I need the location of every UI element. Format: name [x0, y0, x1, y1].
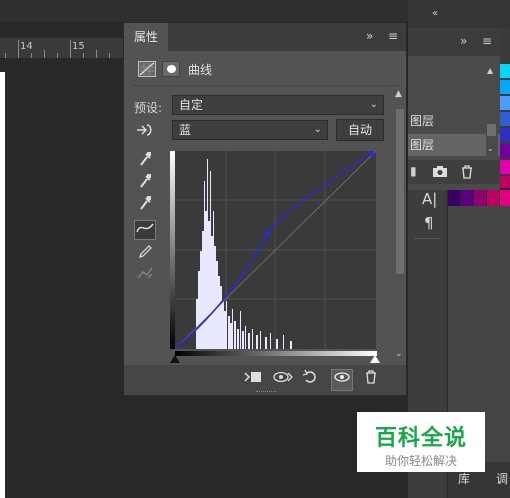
color-swatch[interactable]: [500, 128, 510, 142]
color-swatch[interactable]: [448, 190, 460, 206]
scroll-down-icon[interactable]: ⌄: [487, 144, 494, 153]
color-swatch[interactable]: [500, 176, 510, 188]
black-point-eyedropper-icon[interactable]: [134, 151, 156, 171]
watermark-logo: 百科全说 助你轻松解决: [357, 412, 485, 472]
gray-point-eyedropper-icon[interactable]: [134, 173, 156, 193]
scroll-up-icon[interactable]: ▲: [395, 89, 402, 99]
properties-panel: 属性 » ≡ 曲线 预设: 自定 ⌄ 蓝 ⌄ 自动 ▲ ⌄: [123, 22, 407, 396]
panel-menu-icon[interactable]: ≡: [388, 29, 398, 43]
color-swatch[interactable]: [500, 190, 510, 206]
channel-value: 蓝: [179, 123, 192, 137]
color-swatch[interactable]: [500, 160, 510, 174]
visibility-eye-icon[interactable]: [331, 369, 353, 391]
on-image-adjust-icon[interactable]: [134, 121, 156, 139]
horizontal-ruler: 14 15: [0, 38, 125, 59]
ruler-mark-15: 15: [72, 41, 85, 52]
resize-grip[interactable]: [256, 391, 276, 395]
view-previous-state-icon[interactable]: [272, 369, 294, 391]
layers-panel-header: » ≡: [408, 28, 501, 56]
double-chevron-left-icon[interactable]: «: [432, 8, 438, 19]
layer-name: 图层: [410, 138, 435, 152]
paragraph-panel-icon[interactable]: ¶: [424, 214, 434, 232]
swatches-panel: [500, 28, 510, 188]
pencil-icon[interactable]: [134, 243, 156, 263]
swatch-row: [448, 190, 510, 206]
preset-label: 预设:: [134, 101, 163, 115]
histogram: [196, 159, 292, 349]
collapse-icon[interactable]: »: [366, 29, 373, 43]
color-swatch[interactable]: [500, 64, 510, 78]
auto-button[interactable]: 自动: [336, 119, 384, 141]
curve-point[interactable]: [369, 151, 374, 156]
color-swatch[interactable]: [500, 96, 510, 110]
curves-adjustment-icon[interactable]: [138, 61, 156, 77]
watermark-subtitle: 助你轻松解决: [384, 454, 457, 468]
adjustment-name: 曲线: [188, 63, 213, 77]
curves-graph[interactable]: [170, 151, 376, 349]
scrollbar-thumb[interactable]: [487, 124, 496, 136]
ruler-tick: [70, 40, 71, 58]
color-swatch[interactable]: [461, 190, 473, 206]
color-swatch[interactable]: [500, 112, 510, 126]
scroll-up-icon[interactable]: ▲: [487, 66, 493, 75]
curve-point[interactable]: [265, 231, 270, 236]
ruler-mark-14: 14: [20, 41, 33, 52]
layer-mask-icon[interactable]: [162, 61, 180, 77]
collapse-icon[interactable]: »: [460, 34, 467, 48]
preset-value: 自定: [179, 98, 204, 112]
output-gradient-bar: [170, 151, 175, 349]
document-canvas[interactable]: [5, 58, 123, 498]
white-point-slider[interactable]: [370, 355, 380, 363]
character-panel-icon[interactable]: A|: [422, 190, 437, 208]
edit-points-curve-icon[interactable]: [134, 220, 156, 240]
new-fill-layer-icon[interactable]: ▮: [410, 164, 417, 178]
swatch-panel-header: [500, 38, 510, 62]
panel-menu-icon[interactable]: ≡: [482, 34, 492, 48]
watermark-title: 百科全说: [374, 426, 467, 451]
clip-to-layer-icon[interactable]: [242, 369, 264, 391]
layer-name: 图层: [410, 114, 435, 128]
ruler-tick: [96, 50, 97, 58]
camera-icon[interactable]: [432, 164, 448, 181]
color-swatch[interactable]: [474, 190, 486, 206]
document-image-edge: [0, 72, 5, 498]
ruler-tick: [18, 40, 19, 58]
color-swatch[interactable]: [500, 144, 510, 158]
delete-layer-icon[interactable]: [460, 164, 474, 183]
white-point-eyedropper-icon[interactable]: [134, 195, 156, 215]
preset-dropdown[interactable]: 自定 ⌄: [172, 95, 384, 115]
right-dock-header: «: [408, 0, 510, 28]
divider: [414, 238, 440, 239]
black-point-slider[interactable]: [170, 355, 180, 363]
smooth-curve-icon: [134, 266, 156, 286]
ruler-tick: [44, 50, 45, 58]
tab-properties[interactable]: 属性: [124, 23, 168, 51]
tab-library[interactable]: 库: [458, 470, 470, 487]
divider: [132, 85, 398, 86]
chevron-down-icon: ⌄: [369, 99, 378, 110]
chevron-down-icon: ⌄: [313, 124, 322, 135]
tab-adjustments[interactable]: 调: [496, 470, 508, 487]
color-swatch[interactable]: [487, 190, 499, 206]
scrollbar-thumb[interactable]: [396, 109, 404, 274]
channel-dropdown[interactable]: 蓝 ⌄: [172, 120, 328, 140]
swatch-scrollbar[interactable]: ▲ ⌄: [486, 64, 498, 158]
input-gradient-bar: [175, 351, 377, 356]
delete-icon[interactable]: [360, 369, 382, 391]
color-swatch[interactable]: [500, 80, 510, 94]
layers-footer: ▮: [408, 160, 501, 184]
reset-icon[interactable]: [300, 369, 322, 391]
scroll-down-icon[interactable]: ⌄: [395, 349, 403, 359]
